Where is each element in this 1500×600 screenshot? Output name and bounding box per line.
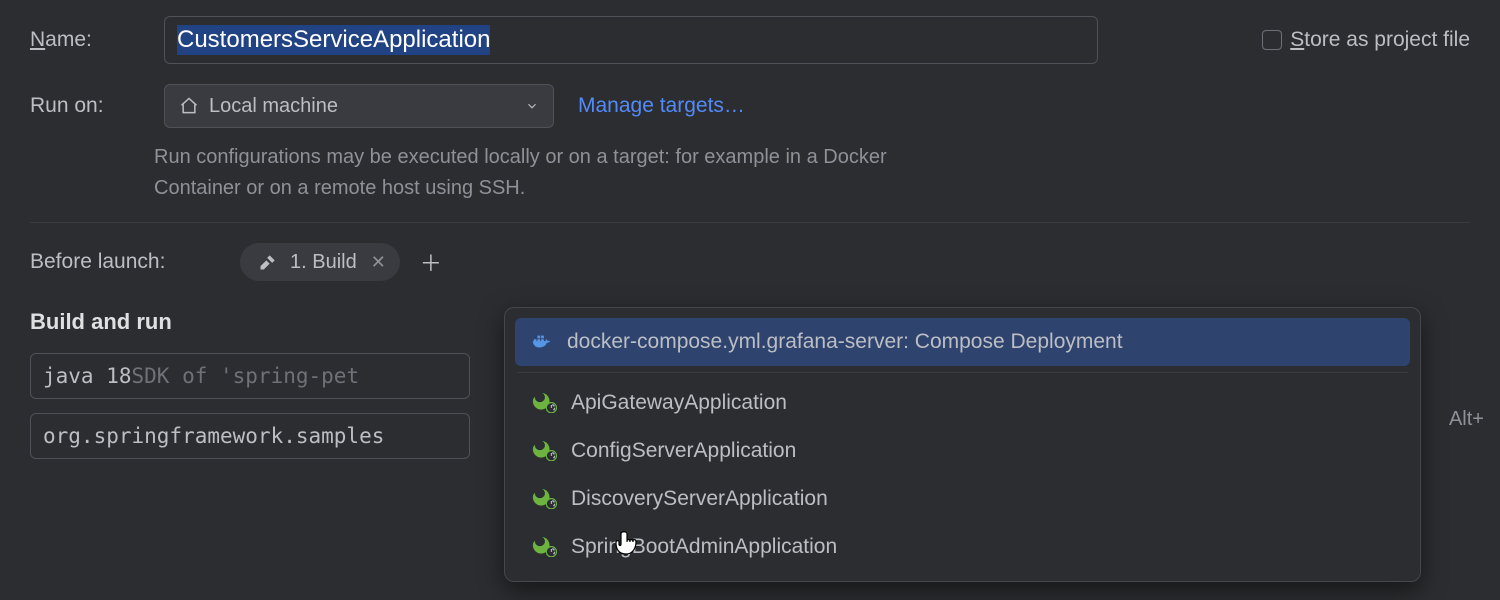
hammer-icon [258,252,278,272]
run-on-select[interactable]: Local machine [164,84,554,128]
chip-label: 1. Build [290,251,357,274]
add-before-launch-button[interactable]: ＋ [420,246,442,278]
sdk-select[interactable]: java 18 SDK of 'spring-pet [30,353,470,399]
popup-item-docker-compose[interactable]: docker-compose.yml.grafana-server: Compo… [515,318,1410,366]
popup-item-springbootadmin[interactable]: SpringBootAdminApplication [515,523,1410,571]
store-label: Store as project file [1290,28,1470,52]
before-launch-build-chip[interactable]: 1. Build ✕ [240,243,400,281]
popup-item-label: ApiGatewayApplication [571,391,787,415]
name-input-value: CustomersServiceApplication [177,25,490,55]
checkbox-icon [1262,30,1282,50]
popup-item-label: SpringBootAdminApplication [571,535,837,559]
popup-item-label: DiscoveryServerApplication [571,487,828,511]
popup-item-discoveryserver[interactable]: DiscoveryServerApplication [515,475,1410,523]
spring-run-icon [531,487,557,511]
popup-item-label: ConfigServerApplication [571,439,796,463]
chip-remove-icon[interactable]: ✕ [369,252,388,273]
popup-item-label: docker-compose.yml.grafana-server: Compo… [567,330,1123,354]
house-icon [179,96,199,116]
run-on-hint: Run configurations may be executed local… [154,142,924,204]
chevron-down-icon [525,99,539,113]
docker-icon [531,331,553,353]
sdk-value: java 18 [43,364,132,388]
run-on-selected-value: Local machine [209,95,338,118]
divider [30,222,1470,223]
shortcut-hint: Alt+ [1449,408,1484,431]
name-label: Name: [30,28,140,52]
spring-run-icon [531,535,557,559]
main-class-value: org.springframework.samples [43,424,384,448]
popup-separator [517,372,1408,373]
main-class-field[interactable]: org.springframework.samples [30,413,470,459]
store-as-project-file-checkbox[interactable]: Store as project file [1262,28,1470,52]
spring-run-icon [531,391,557,415]
run-on-label: Run on: [30,94,140,118]
before-launch-label: Before launch: [30,250,230,274]
run-config-popup: docker-compose.yml.grafana-server: Compo… [504,307,1421,582]
popup-item-configserver[interactable]: ConfigServerApplication [515,427,1410,475]
name-input[interactable]: CustomersServiceApplication [164,16,1098,64]
popup-item-apigateway[interactable]: ApiGatewayApplication [515,379,1410,427]
sdk-suffix: SDK of 'spring-pet [132,364,360,388]
manage-targets-link[interactable]: Manage targets… [578,94,745,118]
spring-run-icon [531,439,557,463]
